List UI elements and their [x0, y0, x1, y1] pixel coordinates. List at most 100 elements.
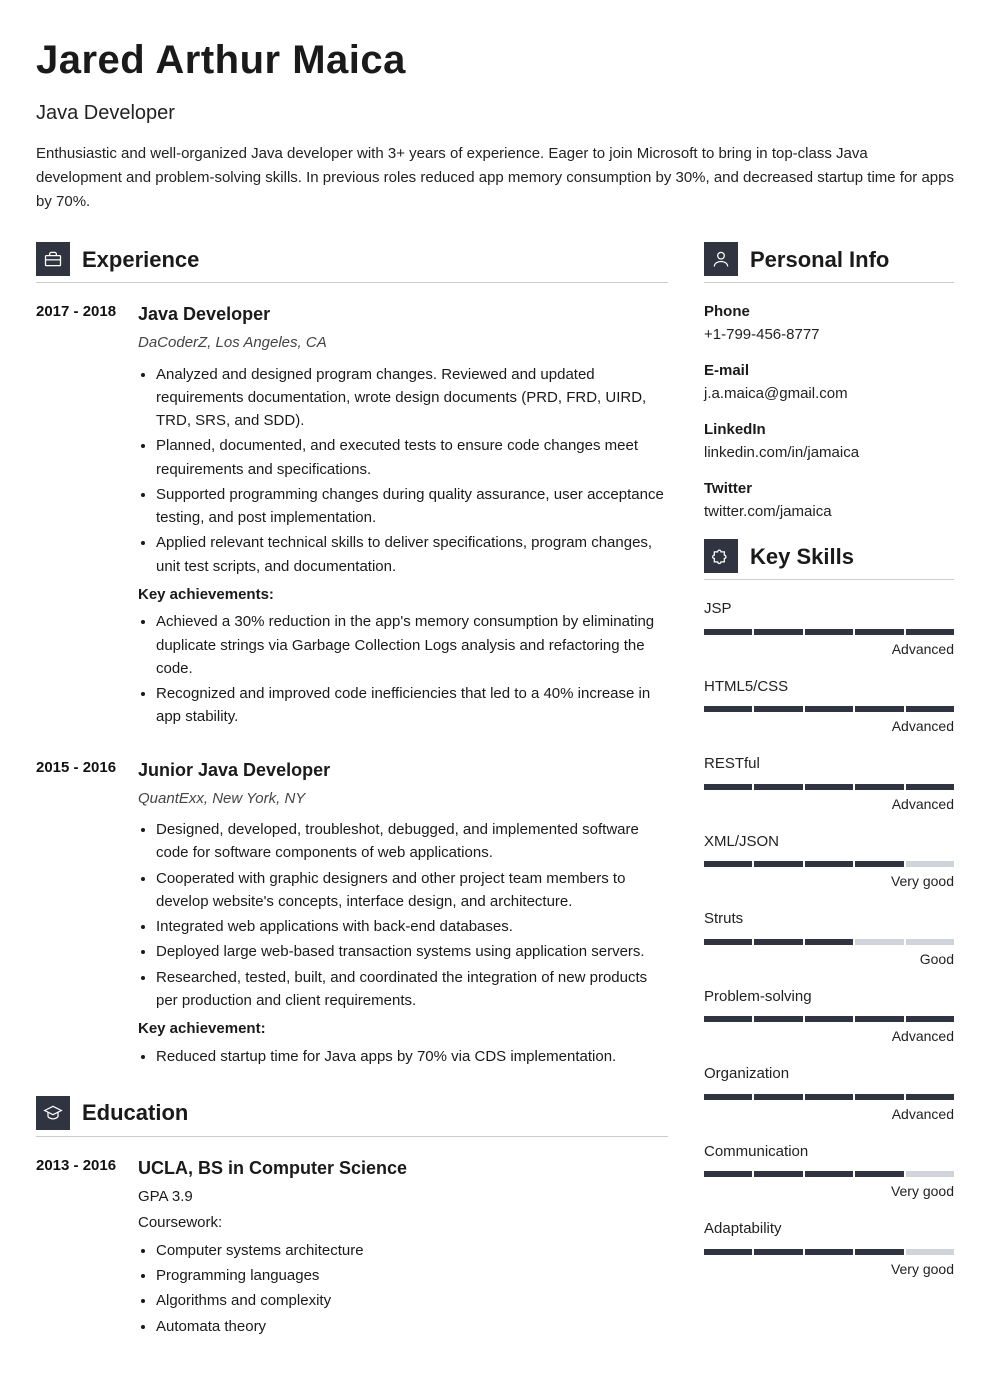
info-value: twitter.com/jamaica [704, 501, 954, 524]
skill-bar-segment [754, 784, 802, 790]
skill-bar-segment [855, 784, 903, 790]
achievements-label: Key achievement: [138, 1018, 668, 1041]
skill-bar [704, 1016, 954, 1022]
skill-bar-segment [805, 706, 853, 712]
entry-subtitle: QuantExx, New York, NY [138, 788, 668, 811]
skill-name: Struts [704, 908, 954, 931]
skill-bar-segment [805, 1094, 853, 1100]
puzzle-icon [704, 539, 738, 573]
skill-bar-segment [704, 1249, 752, 1255]
skill-bar-segment [704, 629, 752, 635]
bullet-item: Cooperated with graphic designers and ot… [156, 867, 668, 914]
skill-level: Advanced [704, 716, 954, 737]
education-title: Education [82, 1096, 188, 1129]
skill-bar-segment [906, 1016, 954, 1022]
bullet-item: Analyzed and designed program changes. R… [156, 363, 668, 433]
experience-entry: 2015 - 2016Junior Java DeveloperQuantExx… [36, 757, 668, 1074]
entry-dates: 2013 - 2016 [36, 1155, 120, 1344]
personal-info-header: Personal Info [704, 242, 954, 283]
skill-level: Very good [704, 871, 954, 892]
skill-bar-segment [906, 1094, 954, 1100]
experience-title: Experience [82, 243, 199, 276]
skill-level: Advanced [704, 639, 954, 660]
entry-title: UCLA, BS in Computer Science [138, 1155, 668, 1182]
skill-level: Advanced [704, 1026, 954, 1047]
info-block: Phone+1-799-456-8777 [704, 301, 954, 346]
skill-bar-segment [906, 861, 954, 867]
skill-bar [704, 939, 954, 945]
skill-bar-segment [754, 939, 802, 945]
skill-bar-segment [855, 629, 903, 635]
key-skills-title: Key Skills [750, 540, 854, 573]
skill-name: HTML5/CSS [704, 676, 954, 699]
skill-bar-segment [805, 1171, 853, 1177]
skill-item: CommunicationVery good [704, 1141, 954, 1203]
course-item: Programming languages [156, 1264, 668, 1287]
bullet-item: Integrated web applications with back-en… [156, 915, 668, 938]
info-label: E-mail [704, 360, 954, 383]
info-value: j.a.maica@gmail.com [704, 383, 954, 406]
skill-bar [704, 1249, 954, 1255]
skill-bar-segment [704, 784, 752, 790]
skill-bar-segment [754, 706, 802, 712]
skill-item: JSPAdvanced [704, 598, 954, 660]
skill-item: HTML5/CSS Advanced [704, 676, 954, 738]
skill-level: Good [704, 949, 954, 970]
skill-name: RESTful [704, 753, 954, 776]
skill-bar-segment [855, 1171, 903, 1177]
skill-item: Adaptability Very good [704, 1218, 954, 1280]
personal-info-title: Personal Info [750, 243, 889, 276]
info-block: Twittertwitter.com/jamaica [704, 478, 954, 523]
skill-level: Very good [704, 1259, 954, 1280]
skill-bar-segment [855, 1094, 903, 1100]
info-value: +1-799-456-8777 [704, 324, 954, 347]
skill-bar-segment [805, 1249, 853, 1255]
skill-bar-segment [754, 629, 802, 635]
skill-bar-segment [754, 1016, 802, 1022]
key-skills-header: Key Skills [704, 539, 954, 580]
skill-bar-segment [754, 1171, 802, 1177]
skill-bar-segment [855, 861, 903, 867]
skill-bar-segment [754, 1094, 802, 1100]
info-label: Twitter [704, 478, 954, 501]
skill-bar-segment [754, 861, 802, 867]
skill-level: Advanced [704, 1104, 954, 1125]
skill-bar-segment [855, 1249, 903, 1255]
skill-bar [704, 706, 954, 712]
skill-item: Struts Good [704, 908, 954, 970]
person-name: Jared Arthur Maica [36, 30, 954, 90]
skill-name: Adaptability [704, 1218, 954, 1241]
experience-entry: 2017 - 2018Java DeveloperDaCoderZ, Los A… [36, 301, 668, 735]
skill-bar-segment [704, 1094, 752, 1100]
person-icon [704, 242, 738, 276]
skill-bar-segment [805, 939, 853, 945]
achievement-item: Achieved a 30% reduction in the app's me… [156, 610, 668, 680]
skill-bar-segment [754, 1249, 802, 1255]
skill-bar-segment [805, 861, 853, 867]
skill-item: OrganizationAdvanced [704, 1063, 954, 1125]
skill-bar-segment [906, 1171, 954, 1177]
skill-bar-segment [805, 1016, 853, 1022]
bullet-item: Designed, developed, troubleshot, debugg… [156, 818, 668, 865]
info-block: LinkedInlinkedin.com/in/jamaica [704, 419, 954, 464]
skill-bar-segment [805, 629, 853, 635]
coursework-label: Coursework: [138, 1212, 668, 1235]
achievements-label: Key achievements: [138, 584, 668, 607]
entry-subtitle: DaCoderZ, Los Angeles, CA [138, 332, 668, 355]
skill-bar [704, 1171, 954, 1177]
skill-bar [704, 629, 954, 635]
skill-name: Problem-solving [704, 986, 954, 1009]
skill-bar-segment [906, 629, 954, 635]
skill-bar-segment [906, 784, 954, 790]
skill-bar-segment [704, 861, 752, 867]
entry-dates: 2015 - 2016 [36, 757, 120, 1074]
skill-bar-segment [805, 784, 853, 790]
achievement-item: Reduced startup time for Java apps by 70… [156, 1045, 668, 1068]
skill-bar [704, 1094, 954, 1100]
summary-text: Enthusiastic and well-organized Java dev… [36, 142, 954, 214]
skill-name: Communication [704, 1141, 954, 1164]
person-role: Java Developer [36, 98, 954, 128]
gpa-text: GPA 3.9 [138, 1186, 668, 1209]
info-label: Phone [704, 301, 954, 324]
bullet-item: Deployed large web-based transaction sys… [156, 940, 668, 963]
